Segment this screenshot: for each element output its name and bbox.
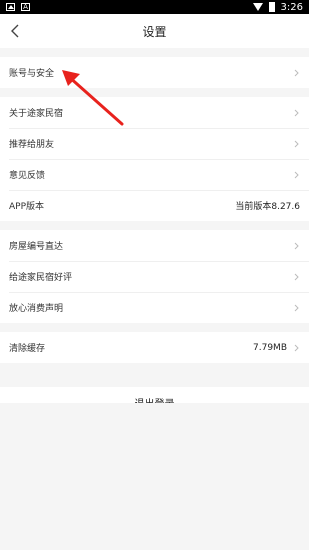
section-account: 账号与安全 xyxy=(0,57,309,88)
status-bar: A 3:26 xyxy=(0,0,309,14)
nav-bar: 设置 xyxy=(0,14,309,48)
settings-item-room-number[interactable]: 房屋编号直达 xyxy=(0,230,309,261)
settings-item-about[interactable]: 关于途家民宿 xyxy=(0,97,309,128)
chevron-right-icon xyxy=(293,68,300,78)
settings-item-recommend[interactable]: 推荐给朋友 xyxy=(0,128,309,159)
status-time: 3:26 xyxy=(280,1,303,13)
settings-item-label: 房屋编号直达 xyxy=(9,242,64,252)
app-notification-icon: A xyxy=(21,3,30,11)
app-version-value: 当前版本8.27.6 xyxy=(235,202,300,212)
settings-item-app-version[interactable]: APP版本 当前版本8.27.6 xyxy=(0,190,309,221)
settings-item-label: APP版本 xyxy=(9,202,45,212)
settings-item-label: 关于途家民宿 xyxy=(9,109,64,119)
settings-item-label: 推荐给朋友 xyxy=(9,140,55,150)
page-title: 设置 xyxy=(142,24,167,39)
section-divider xyxy=(0,323,309,332)
chevron-right-icon xyxy=(293,343,300,353)
settings-item-feedback[interactable]: 意见反馈 xyxy=(0,159,309,190)
section-divider xyxy=(0,88,309,97)
chevron-right-icon xyxy=(293,303,300,313)
chevron-right-icon xyxy=(293,272,300,282)
chevron-left-icon xyxy=(11,24,19,38)
chevron-right-icon xyxy=(293,170,300,180)
cache-size-value: 7.79MB xyxy=(253,342,287,353)
settings-item-label: 放心消费声明 xyxy=(9,304,64,314)
settings-item-consumer-statement[interactable]: 放心消费声明 xyxy=(0,292,309,323)
chevron-right-icon xyxy=(293,241,300,251)
chevron-right-icon xyxy=(293,108,300,118)
section-cache: 清除缓存 7.79MB xyxy=(0,332,309,363)
section-divider xyxy=(0,363,309,387)
gallery-notification-icon xyxy=(6,3,15,11)
settings-item-label: 账号与安全 xyxy=(9,69,55,79)
section-divider xyxy=(0,221,309,230)
battery-icon xyxy=(268,2,275,12)
settings-item-label: 给途家民宿好评 xyxy=(9,273,73,283)
settings-item-clear-cache[interactable]: 清除缓存 7.79MB xyxy=(0,332,309,363)
chevron-right-icon xyxy=(293,139,300,149)
settings-item-rate-app[interactable]: 给途家民宿好评 xyxy=(0,261,309,292)
section-misc: 房屋编号直达 给途家民宿好评 放心消费声明 xyxy=(0,230,309,323)
settings-item-label: 清除缓存 xyxy=(9,344,46,354)
section-divider xyxy=(0,48,309,57)
settings-item-label: 意见反馈 xyxy=(9,171,46,181)
settings-item-account-security[interactable]: 账号与安全 xyxy=(0,57,309,88)
section-about: 关于途家民宿 推荐给朋友 意见反馈 APP版本 当前版本8.27.6 xyxy=(0,97,309,221)
wifi-icon xyxy=(252,3,263,11)
page-background xyxy=(0,403,309,550)
back-button[interactable] xyxy=(4,14,26,48)
